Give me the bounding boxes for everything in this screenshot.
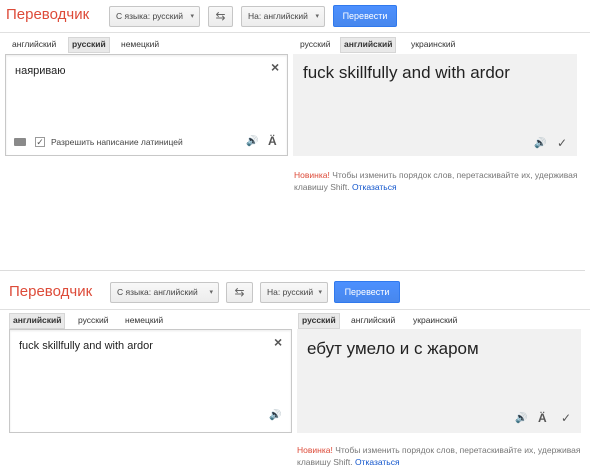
app-title: Переводчик: [6, 6, 90, 23]
source-tab-russian[interactable]: русский: [75, 313, 112, 327]
target-language-label: На: английский: [248, 11, 308, 21]
source-text: наяриваю: [15, 65, 66, 77]
chevron-down-icon: ▾: [315, 13, 319, 20]
source-tab-german[interactable]: немецкий: [118, 37, 162, 51]
speaker-icon[interactable]: 🔊: [515, 413, 527, 425]
translation-text: ебут умело и с жаром: [307, 339, 479, 358]
translator-panel-1: Переводчик С языка: русский ▾ ⇆ На: англ…: [0, 0, 600, 200]
swap-icon: ⇆: [234, 285, 245, 299]
target-tab-english[interactable]: английский: [340, 37, 397, 53]
clear-source-icon[interactable]: ×: [271, 60, 279, 74]
target-tab-ukrainian[interactable]: украинский: [408, 37, 458, 51]
word-order-notice: Новинка! Чтобы изменить порядок слов, пе…: [297, 444, 587, 468]
speaker-icon[interactable]: 🔊: [246, 136, 258, 148]
swap-languages-button[interactable]: ⇆: [208, 6, 233, 27]
translate-button[interactable]: Перевести: [333, 5, 397, 27]
clear-source-icon[interactable]: ×: [274, 335, 282, 349]
source-language-button[interactable]: С языка: английский ▾: [110, 282, 219, 303]
app-title: Переводчик: [9, 283, 93, 300]
source-tab-english[interactable]: английский: [9, 313, 66, 329]
notice-dismiss-link[interactable]: Отказаться: [355, 457, 400, 467]
target-tab-english[interactable]: английский: [348, 313, 398, 327]
target-tab-ukrainian[interactable]: украинский: [410, 313, 460, 327]
target-tab-russian[interactable]: русский: [297, 37, 334, 51]
target-language-label: На: русский: [267, 287, 314, 297]
transliterate-icon[interactable]: Ä: [538, 412, 547, 424]
translation-output: ебут умело и с жаром 🔊 Ä ✓: [297, 329, 581, 433]
word-order-notice: Новинка! Чтобы изменить порядок слов, пе…: [294, 169, 589, 193]
header-divider: [0, 32, 590, 33]
swap-icon: ⇆: [215, 9, 226, 23]
translator-panel-2: Переводчик С языка: английский ▾ ⇆ На: р…: [0, 268, 600, 473]
translation-text: fuck skillfully and with ardor: [303, 63, 510, 82]
translate-button[interactable]: Перевести: [334, 281, 400, 303]
source-text: fuck skillfully and with ardor: [19, 340, 153, 352]
target-tab-russian[interactable]: русский: [298, 313, 340, 329]
translation-output: fuck skillfully and with ardor 🔊 ✓: [293, 54, 577, 156]
notice-dismiss-link[interactable]: Отказаться: [352, 182, 397, 192]
chevron-down-icon: ▾: [209, 289, 213, 296]
chevron-down-icon: ▾: [190, 13, 194, 20]
source-language-button[interactable]: С языка: русский ▾: [109, 6, 200, 27]
notice-text: Чтобы изменить порядок слов, перетаскива…: [294, 170, 578, 192]
check-icon[interactable]: ✓: [561, 412, 571, 424]
transliterate-icon[interactable]: Ä: [268, 135, 277, 147]
source-tab-russian[interactable]: русский: [68, 37, 110, 53]
header-divider: [0, 309, 590, 310]
swap-languages-button[interactable]: ⇆: [226, 282, 253, 303]
source-text-area[interactable]: наяриваю × ✓ Разрешить написание латиниц…: [5, 54, 288, 156]
notice-new-label: Новинка!: [294, 170, 330, 180]
target-language-button[interactable]: На: русский ▾: [260, 282, 328, 303]
notice-text: Чтобы изменить порядок слов, перетаскива…: [297, 445, 581, 467]
notice-new-label: Новинка!: [297, 445, 333, 455]
source-text-area[interactable]: fuck skillfully and with ardor × 🔊: [9, 329, 292, 433]
source-language-label: С языка: английский: [117, 287, 198, 297]
speaker-icon[interactable]: 🔊: [534, 138, 546, 150]
source-tab-german[interactable]: немецкий: [122, 313, 166, 327]
source-language-label: С языка: русский: [116, 11, 183, 21]
source-tab-english[interactable]: английский: [9, 37, 59, 51]
chevron-down-icon: ▾: [318, 289, 322, 296]
target-language-button[interactable]: На: английский ▾: [241, 6, 325, 27]
latin-checkbox[interactable]: ✓: [35, 137, 45, 147]
check-icon[interactable]: ✓: [557, 137, 567, 149]
keyboard-icon[interactable]: [14, 138, 26, 146]
latin-label: Разрешить написание латиницей: [51, 137, 183, 147]
speaker-icon[interactable]: 🔊: [269, 410, 281, 422]
